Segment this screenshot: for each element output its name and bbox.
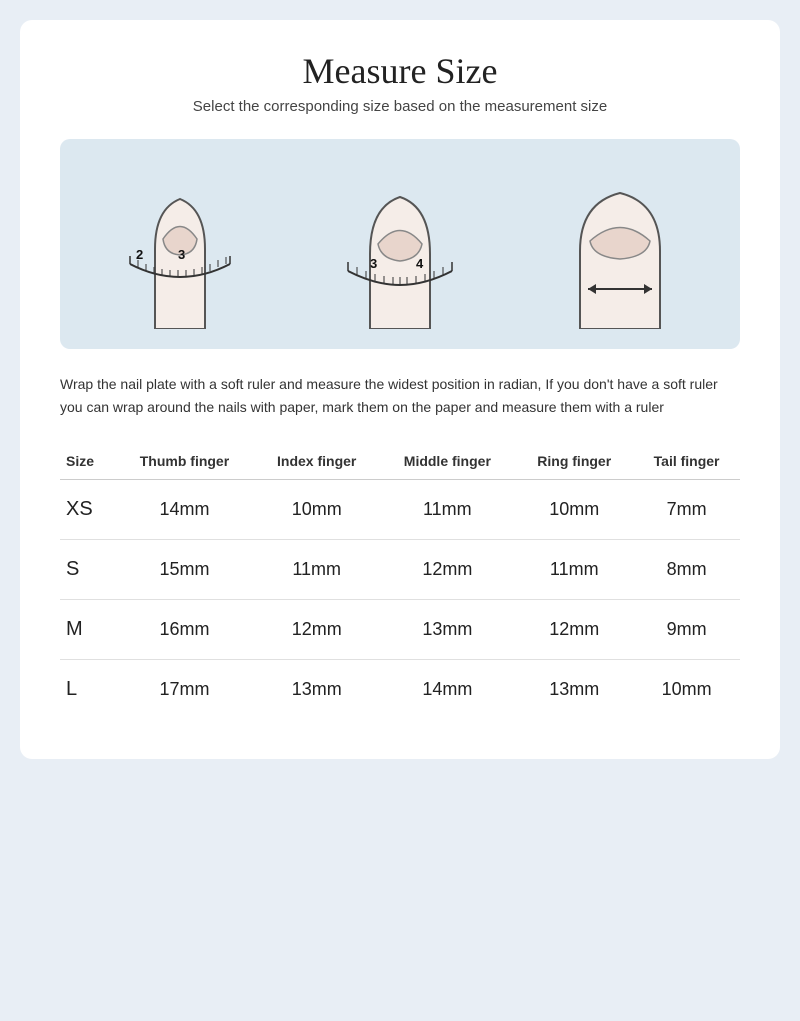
col-thumb: Thumb finger [115,443,254,480]
col-middle: Middle finger [379,443,515,480]
cell-r2-c3: 13mm [379,600,515,660]
cell-r3-c0: L [60,660,115,720]
cell-r3-c3: 14mm [379,660,515,720]
cell-r0-c5: 7mm [633,480,740,540]
table-header-row: Size Thumb finger Index finger Middle fi… [60,443,740,480]
col-size: Size [60,443,115,480]
cell-r2-c1: 16mm [115,600,254,660]
table-row: M16mm12mm13mm12mm9mm [60,600,740,660]
table-row: S15mm11mm12mm11mm8mm [60,540,740,600]
cell-r1-c0: S [60,540,115,600]
finger-illustration-1: 2 3 [100,159,260,329]
svg-text:3: 3 [370,256,377,271]
cell-r0-c2: 10mm [254,480,379,540]
size-table: Size Thumb finger Index finger Middle fi… [60,443,740,719]
svg-text:2: 2 [136,247,143,262]
table-row: L17mm13mm14mm13mm10mm [60,660,740,720]
illustration-3 [520,159,720,329]
cell-r2-c4: 12mm [515,600,633,660]
finger-illustration-2: 3 4 [320,159,480,329]
cell-r3-c5: 10mm [633,660,740,720]
cell-r0-c0: XS [60,480,115,540]
cell-r1-c4: 11mm [515,540,633,600]
cell-r2-c5: 9mm [633,600,740,660]
col-tail: Tail finger [633,443,740,480]
cell-r3-c1: 17mm [115,660,254,720]
col-index: Index finger [254,443,379,480]
cell-r2-c0: M [60,600,115,660]
table-row: XS14mm10mm11mm10mm7mm [60,480,740,540]
finger-illustration-3 [540,159,700,329]
illustrations-panel: 2 3 [60,139,740,349]
cell-r2-c2: 12mm [254,600,379,660]
description-text: Wrap the nail plate with a soft ruler an… [60,373,740,419]
svg-text:3: 3 [178,247,185,262]
svg-text:4: 4 [416,256,424,271]
page-title: Measure Size [60,50,740,92]
cell-r0-c4: 10mm [515,480,633,540]
illustration-1: 2 3 [80,159,280,329]
cell-r0-c1: 14mm [115,480,254,540]
cell-r3-c2: 13mm [254,660,379,720]
cell-r3-c4: 13mm [515,660,633,720]
cell-r1-c3: 12mm [379,540,515,600]
cell-r1-c5: 8mm [633,540,740,600]
cell-r1-c2: 11mm [254,540,379,600]
page-container: Measure Size Select the corresponding si… [20,20,780,759]
cell-r0-c3: 11mm [379,480,515,540]
cell-r1-c1: 15mm [115,540,254,600]
col-ring: Ring finger [515,443,633,480]
page-subtitle: Select the corresponding size based on t… [60,98,740,115]
illustration-2: 3 4 [300,159,500,329]
